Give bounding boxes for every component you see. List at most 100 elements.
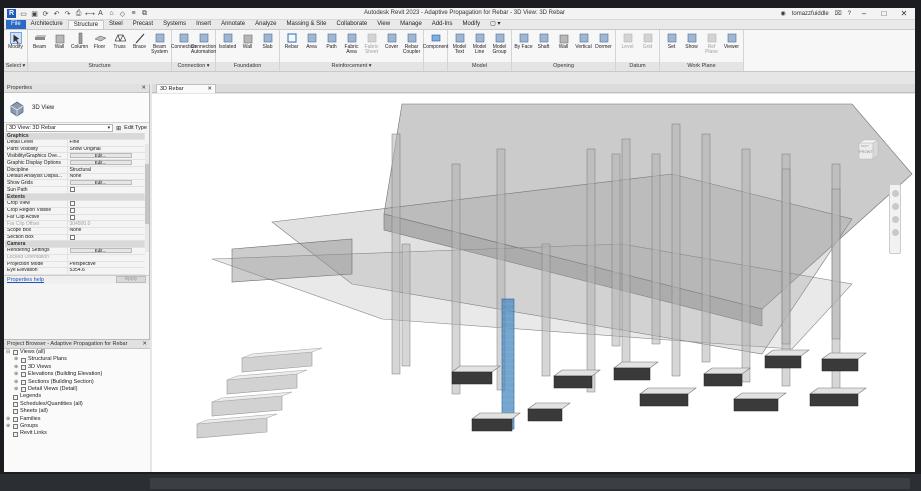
property-value-cell[interactable]: Perspective: [67, 261, 145, 269]
browser-item[interactable]: ⊕ Elevations (Building Elevation): [6, 371, 150, 378]
browser-item[interactable]: ⊕ Sections (Building Section): [6, 379, 150, 386]
properties-scrollbar[interactable]: [145, 144, 149, 252]
user-name[interactable]: tomazzfuiddle: [792, 11, 829, 17]
properties-group-header[interactable]: Graphics: [5, 133, 145, 141]
tool-fabric-area-button[interactable]: Fabric Area: [342, 32, 361, 62]
property-value-cell[interactable]: [67, 214, 145, 222]
browser-item[interactable]: Schedules/Quantities (all): [6, 401, 150, 408]
property-value[interactable]: None: [70, 173, 82, 179]
tool-truss-button[interactable]: Truss: [110, 32, 129, 62]
tool-vertical-button[interactable]: Vertical: [574, 32, 593, 62]
tool-beam-button[interactable]: Beam: [30, 32, 49, 62]
tab-view[interactable]: View: [372, 20, 395, 29]
tool-show-button[interactable]: Show: [682, 32, 701, 62]
expand-toggle-icon[interactable]: ⊕: [14, 364, 19, 371]
close-icon[interactable]: ✕: [207, 85, 212, 93]
property-value[interactable]: Show Original: [70, 146, 101, 152]
tab-structure[interactable]: Structure: [67, 20, 105, 29]
browser-item[interactable]: ⊟ Views (all): [6, 349, 150, 356]
browser-item[interactable]: ⊕ Groups: [6, 423, 150, 430]
tool-dormer-button[interactable]: Dormer: [594, 32, 613, 62]
panel-label[interactable]: Opening: [512, 62, 615, 71]
panel-label[interactable]: Reinforcement ▾: [280, 62, 423, 71]
maximize-icon[interactable]: □: [877, 9, 891, 18]
tool-cover-button[interactable]: Cover: [382, 32, 401, 62]
property-value-cell[interactable]: [67, 234, 145, 242]
edit-type-button[interactable]: Edit Type: [124, 125, 147, 131]
panel-label[interactable]: Model: [448, 62, 511, 71]
tag-icon[interactable]: A: [96, 10, 105, 18]
property-value-cell[interactable]: Show Original: [67, 146, 145, 154]
tab-insert[interactable]: Insert: [191, 20, 216, 29]
property-value[interactable]: Structural: [70, 167, 91, 173]
expand-toggle-icon[interactable]: ⊕: [14, 386, 19, 393]
zoom-icon[interactable]: [891, 203, 899, 210]
tab-systems[interactable]: Systems: [158, 20, 191, 29]
tool-wall-button[interactable]: Wall: [50, 32, 69, 62]
tool-shaft-button[interactable]: Shaft: [534, 32, 553, 62]
panel-label[interactable]: Work Plane: [660, 62, 743, 71]
browser-item[interactable]: ⊕ 3D Views: [6, 364, 150, 371]
tab-annotate[interactable]: Annotate: [216, 20, 250, 29]
tab-steel[interactable]: Steel: [104, 20, 128, 29]
tool-grid-button[interactable]: Grid: [638, 32, 657, 62]
view-tab-3d-rebar[interactable]: 3D Rebar ✕: [156, 84, 216, 93]
property-value[interactable]: Perspective: [70, 261, 96, 267]
property-value-cell[interactable]: [67, 207, 145, 215]
tab-massing-site[interactable]: Massing & Site: [281, 20, 331, 29]
tab-collaborate[interactable]: Collaborate: [332, 20, 373, 29]
expand-toggle-icon[interactable]: ⊕: [6, 423, 11, 430]
edit-button[interactable]: Edit...: [69, 160, 132, 166]
property-value[interactable]: 5354.6: [70, 268, 85, 274]
property-checkbox[interactable]: [69, 214, 75, 220]
property-value-cell[interactable]: Fine: [67, 139, 145, 147]
viewcube-icon[interactable]: FRONT RIGHT: [851, 136, 881, 166]
save-icon[interactable]: ▣: [30, 10, 39, 18]
close-icon[interactable]: ✕: [897, 9, 911, 18]
tool-rebar-button[interactable]: Rebar: [282, 32, 301, 62]
tool-level-button[interactable]: Level: [618, 32, 637, 62]
property-value-cell[interactable]: Edit...: [67, 152, 145, 161]
user-icon[interactable]: ◉: [780, 10, 785, 17]
tab-manage[interactable]: Manage: [395, 20, 427, 29]
tool-path-button[interactable]: Path: [322, 32, 341, 62]
properties-group-header[interactable]: Extents: [5, 193, 145, 201]
property-value-cell[interactable]: None: [67, 173, 145, 181]
thin-lines-icon[interactable]: ≡: [129, 10, 138, 18]
property-value-cell[interactable]: [67, 254, 145, 262]
tool-component-button[interactable]: Component: [423, 32, 448, 62]
sync-icon[interactable]: ⟳: [41, 10, 50, 18]
tool-modify-button[interactable]: Modify: [6, 32, 25, 62]
panel-label[interactable]: Connection ▾: [172, 62, 215, 71]
tool-beam-system-button[interactable]: Beam System: [150, 32, 169, 62]
type-selector-dropdown[interactable]: 3D View: 3D Rebar: [6, 124, 114, 132]
expand-toggle-icon[interactable]: ⊕: [14, 379, 19, 386]
switch-windows-icon[interactable]: ⧉: [140, 10, 149, 18]
section-icon[interactable]: ◇: [118, 10, 127, 18]
property-value[interactable]: None: [70, 227, 82, 233]
panel-label[interactable]: Select ▾: [4, 62, 27, 71]
tool-connection-automation-button[interactable]: Connection Automation: [191, 32, 216, 62]
structure-3d-model[interactable]: [152, 94, 915, 472]
property-value-cell[interactable]: Edit...: [67, 159, 145, 168]
print-icon[interactable]: ⎙: [74, 10, 83, 18]
property-value-cell[interactable]: 5354.6: [67, 267, 145, 275]
tool-isolated-button[interactable]: Isolated: [218, 32, 237, 62]
browser-item[interactable]: ⊕ Families: [6, 416, 150, 423]
scrollbar-thumb[interactable]: [145, 164, 149, 224]
expand-toggle-icon[interactable]: ⊕: [14, 356, 19, 363]
tool-brace-button[interactable]: Brace: [130, 32, 149, 62]
drawing-area[interactable]: FRONT RIGHT: [152, 94, 915, 472]
undo-icon[interactable]: ↶: [52, 10, 61, 18]
tab-add-ins[interactable]: Add-Ins: [427, 20, 458, 29]
tab-file[interactable]: File: [6, 20, 26, 29]
edit-type-icon[interactable]: ⊞: [116, 125, 121, 132]
property-value-cell[interactable]: Edit...: [67, 179, 145, 188]
tab-analyze[interactable]: Analyze: [250, 20, 281, 29]
property-value[interactable]: Fine: [70, 140, 80, 146]
tool-ref-plane-button[interactable]: Ref Plane: [702, 32, 721, 62]
tool-wall-button[interactable]: Wall: [554, 32, 573, 62]
minimize-icon[interactable]: –: [857, 9, 871, 18]
property-value-cell[interactable]: [67, 200, 145, 208]
property-value-cell[interactable]: Structural: [67, 166, 145, 174]
